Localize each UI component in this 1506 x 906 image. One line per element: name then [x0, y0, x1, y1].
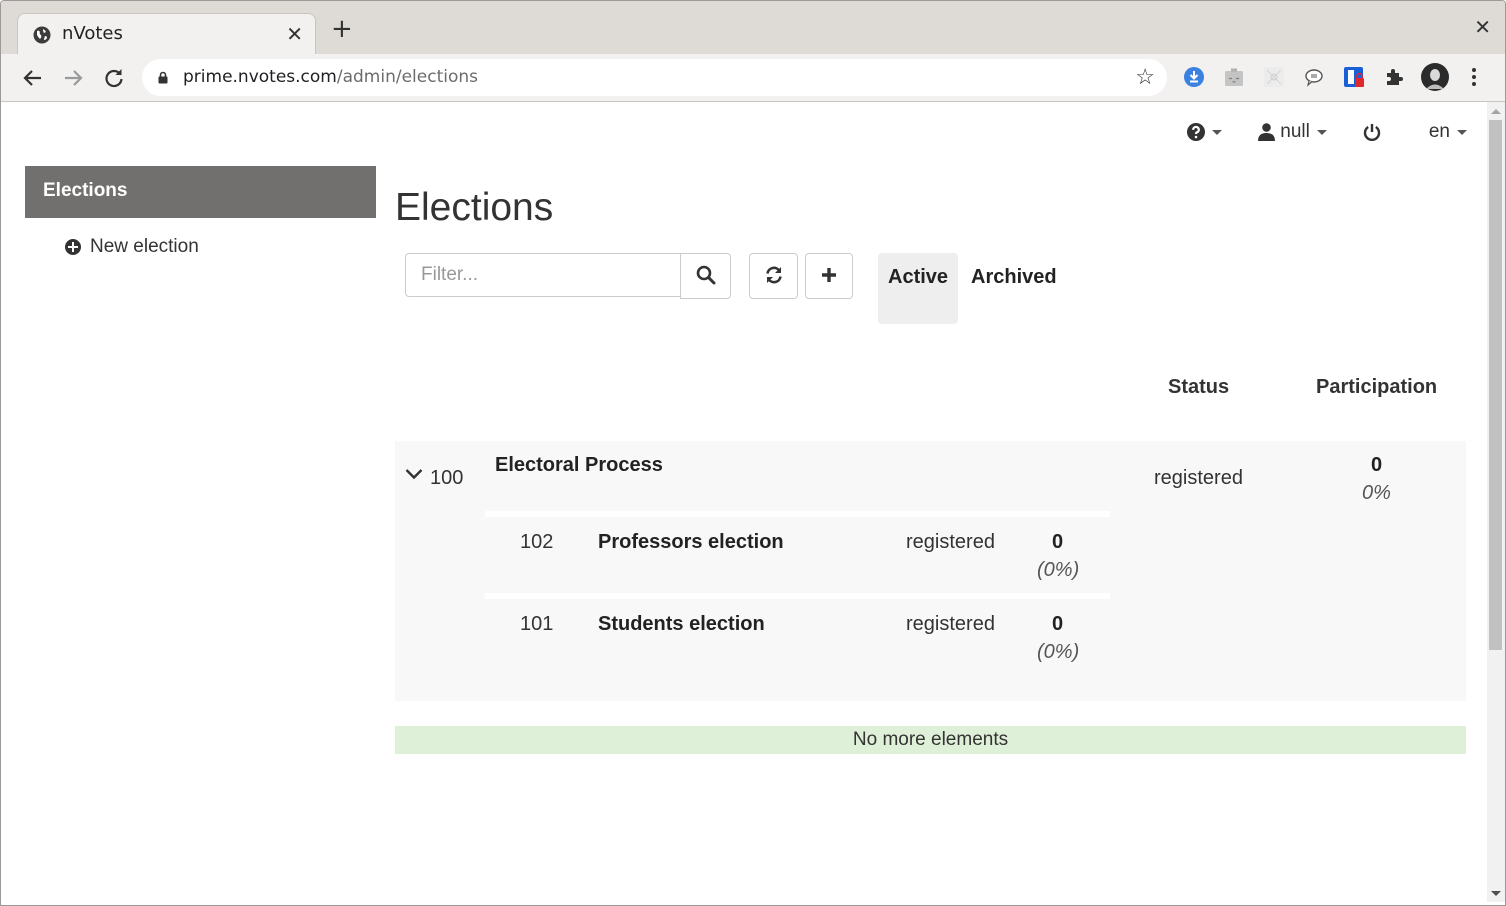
election-list: 100 Electoral Process registered 0 0% 10…: [395, 441, 1466, 701]
extensions-puzzle-icon[interactable]: [1383, 66, 1405, 88]
back-arrow-icon[interactable]: [19, 64, 47, 92]
browser-toolbar: prime.nvotes.com/admin/elections ☆: [1, 54, 1505, 102]
browser-window: nVotes ✕ + ✕ prime.nvotes.com/admin/elec…: [0, 0, 1506, 906]
url-text: prime.nvotes.com/admin/elections: [183, 67, 478, 87]
column-header-status[interactable]: Status: [1168, 376, 1229, 399]
scrollbar-thumb[interactable]: [1489, 120, 1502, 650]
url-path: /admin/elections: [336, 67, 478, 87]
top-navigation: null en: [1187, 120, 1467, 144]
plus-icon: [822, 267, 836, 282]
search-button[interactable]: [680, 253, 731, 299]
chevron-down-icon[interactable]: [405, 468, 423, 480]
refresh-icon: [765, 266, 782, 283]
caret-down-icon: [1457, 129, 1467, 135]
question-circle-icon: [1187, 123, 1206, 141]
caret-down-icon: [1212, 129, 1223, 135]
user-icon: [1258, 123, 1276, 141]
lock-icon: [158, 71, 168, 84]
main-panel: Elections Filter... Active Archived Stat…: [395, 186, 1466, 754]
row-divider: [485, 593, 1110, 599]
page-title: Elections: [395, 186, 554, 229]
parent-election-status: registered: [1154, 467, 1243, 489]
close-window-icon[interactable]: ✕: [1474, 15, 1491, 39]
language-label: en: [1428, 121, 1450, 142]
tab-strip: nVotes ✕ + ✕: [1, 1, 1505, 55]
power-icon: [1363, 124, 1381, 141]
page-scrollbar[interactable]: [1487, 102, 1505, 902]
page-content: null en Elections New election Elections…: [1, 102, 1487, 905]
download-extension-icon[interactable]: [1183, 66, 1205, 88]
tab-title: nVotes: [62, 23, 123, 44]
bookmark-star-icon[interactable]: ☆: [1135, 66, 1155, 88]
row-divider: [485, 511, 1110, 517]
new-tab-icon[interactable]: +: [331, 16, 353, 42]
election-name[interactable]: Students election: [598, 613, 765, 636]
user-name: null: [1280, 121, 1310, 142]
add-election-button[interactable]: [805, 253, 853, 299]
election-percent: (0%): [1037, 559, 1080, 581]
election-votes: 0: [1052, 613, 1064, 635]
parent-election-percent: 0%: [1362, 482, 1391, 504]
plus-circle-icon: [65, 239, 81, 255]
refresh-button[interactable]: [749, 253, 798, 299]
election-id: 101: [520, 613, 554, 635]
election-name[interactable]: Professors election: [598, 531, 784, 554]
parent-election-name[interactable]: Electoral Process: [495, 454, 663, 477]
parent-election-id: 100: [430, 467, 464, 489]
new-election-link[interactable]: New election: [65, 236, 376, 258]
election-id: 102: [520, 531, 554, 553]
filter-group: [405, 253, 731, 299]
election-votes: 0: [1052, 531, 1064, 553]
network-extension-icon[interactable]: [1263, 66, 1285, 88]
filter-input[interactable]: [406, 254, 680, 296]
address-bar[interactable]: prime.nvotes.com/admin/elections ☆: [142, 59, 1167, 96]
language-menu[interactable]: en: [1429, 121, 1467, 143]
column-header-participation[interactable]: Participation: [1316, 376, 1437, 399]
profile-avatar[interactable]: [1421, 63, 1449, 91]
search-icon: [696, 265, 715, 284]
url-host: prime.nvotes.com: [183, 67, 337, 87]
sidebar: Elections New election: [25, 166, 376, 258]
logout-button[interactable]: [1363, 123, 1381, 141]
new-election-label: New election: [90, 236, 199, 257]
scroll-up-arrow-icon[interactable]: [1491, 109, 1501, 114]
election-percent: (0%): [1037, 641, 1080, 663]
help-menu[interactable]: [1187, 123, 1223, 141]
tab-active[interactable]: Active: [878, 253, 958, 324]
chat-extension-icon[interactable]: [1303, 66, 1325, 88]
close-tab-icon[interactable]: ✕: [286, 22, 303, 46]
sleepy-extension-icon[interactable]: [1223, 66, 1245, 88]
browser-menu-icon[interactable]: [1464, 66, 1484, 88]
sidebar-item-elections[interactable]: Elections: [25, 166, 376, 218]
scroll-down-arrow-icon[interactable]: [1491, 891, 1501, 896]
browser-tab[interactable]: nVotes ✕: [17, 13, 316, 55]
election-status: registered: [906, 531, 995, 553]
tab-archived[interactable]: Archived: [961, 253, 1067, 324]
user-menu[interactable]: null: [1258, 121, 1327, 143]
globe-icon: [33, 26, 51, 44]
password-manager-extension-icon[interactable]: [1343, 66, 1365, 88]
parent-election-votes: 0: [1371, 454, 1383, 476]
reload-icon[interactable]: [100, 64, 128, 92]
no-more-elements-notice: No more elements: [395, 726, 1466, 754]
caret-down-icon: [1316, 129, 1327, 135]
election-status: registered: [906, 613, 995, 635]
forward-arrow-icon[interactable]: [59, 64, 87, 92]
